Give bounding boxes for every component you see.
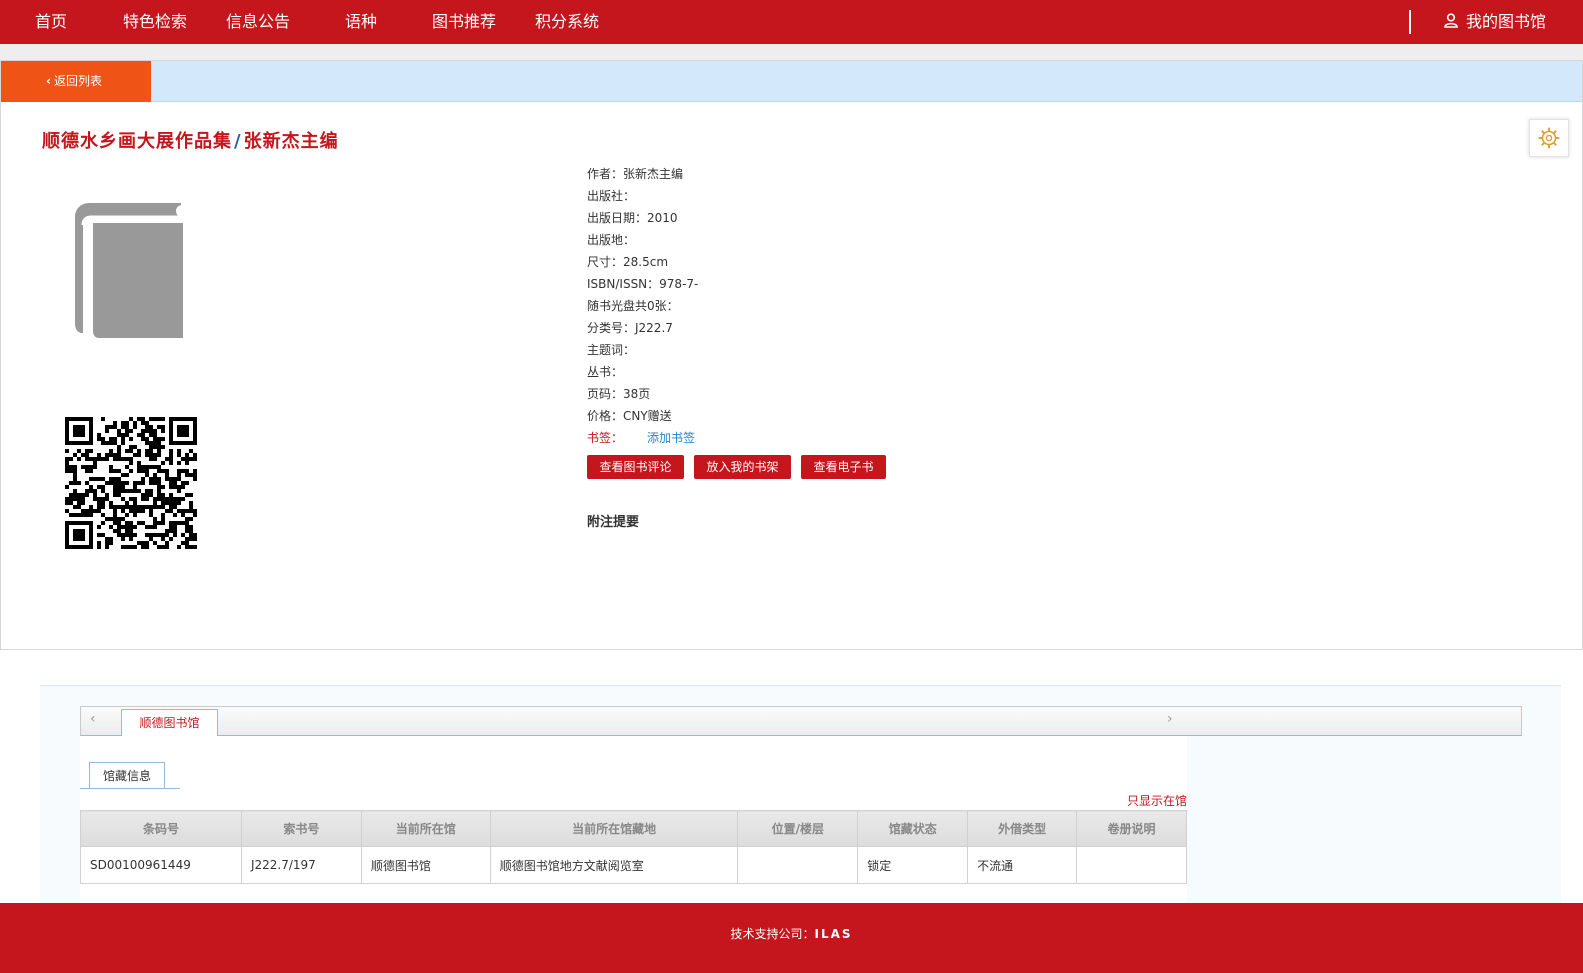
view-reviews-button[interactable]: 查看图书评论 bbox=[587, 455, 684, 479]
col-header-status: 馆藏状态 bbox=[857, 810, 969, 847]
book-cover-icon bbox=[75, 203, 188, 338]
meta-price: 价格：CNY赠送 bbox=[587, 409, 672, 423]
book-title-main: 顺德水乡画大展作品集 bbox=[42, 131, 232, 152]
cell-barcode: SD00100961449 bbox=[80, 846, 242, 884]
settings-float-button[interactable] bbox=[1529, 119, 1569, 157]
col-header-call-number: 索书号 bbox=[240, 810, 362, 847]
meta-publisher: 出版社： bbox=[587, 189, 636, 203]
footer-company: ILAS bbox=[814, 927, 853, 941]
cell-call-number: J222.7/197 bbox=[240, 846, 362, 884]
footer-support-label: 技术支持公司： bbox=[730, 927, 815, 941]
nav-item-home[interactable]: 首页 bbox=[35, 0, 67, 44]
col-header-volume-note: 卷册说明 bbox=[1076, 810, 1187, 847]
book-metadata: 作者：张新杰主编 出版社： 出版日期：2010 出版地： 尺寸：28.5cm I… bbox=[587, 163, 698, 449]
tab-scroll-left-icon[interactable]: ‹ bbox=[90, 711, 96, 727]
book-detail-panel: ‹ 返回列表 顺德水乡画大展作品集 / 张新杰主编 作者：张新杰主编 出版社： 出版日… bbox=[0, 60, 1583, 650]
holdings-section: ‹ 顺德图书馆 › 馆藏信息 只显示在馆 条码号 索书号 当前所在馆 当前所在馆… bbox=[40, 685, 1561, 904]
nav-item-points[interactable]: 积分系统 bbox=[535, 0, 599, 44]
chevron-left-icon: ‹ bbox=[46, 74, 51, 88]
cell-loan-type: 不流通 bbox=[967, 846, 1078, 884]
notes-heading: 附注提要 bbox=[587, 515, 640, 530]
nav-item-special-search[interactable]: 特色检索 bbox=[123, 0, 187, 44]
top-nav: 首页 特色检索 信息公告 语种 图书推荐 积分系统 我的图书馆 bbox=[0, 0, 1583, 44]
back-to-list-button[interactable]: ‹ 返回列表 bbox=[1, 61, 151, 102]
library-tab-strip: ‹ 顺德图书馆 › bbox=[80, 706, 1522, 737]
table-header-row: 条码号 索书号 当前所在馆 当前所在馆藏地 位置/楼层 馆藏状态 外借类型 卷册… bbox=[80, 810, 1187, 847]
col-header-barcode: 条码号 bbox=[80, 810, 242, 847]
col-header-current-library: 当前所在馆 bbox=[360, 810, 491, 847]
meta-pub-date: 出版日期：2010 bbox=[587, 211, 678, 225]
add-bookmark-link[interactable]: 添加书签 bbox=[647, 431, 695, 445]
nav-item-languages[interactable]: 语种 bbox=[345, 0, 377, 44]
meta-subject: 主题词： bbox=[587, 343, 636, 357]
meta-series: 丛书： bbox=[587, 365, 624, 379]
user-icon bbox=[1444, 13, 1458, 28]
book-title: 顺德水乡画大展作品集 / 张新杰主编 bbox=[42, 127, 339, 153]
my-library-label: 我的图书馆 bbox=[1466, 12, 1547, 31]
bookmark-label: 书签： bbox=[587, 431, 624, 445]
meta-pub-place: 出版地： bbox=[587, 233, 636, 247]
meta-author: 作者：张新杰主编 bbox=[587, 167, 684, 181]
nav-item-announcements[interactable]: 信息公告 bbox=[226, 0, 290, 44]
subtab-underline bbox=[80, 788, 180, 789]
meta-cd: 随书光盘共0张： bbox=[587, 299, 679, 313]
tab-holdings-info[interactable]: 馆藏信息 bbox=[89, 762, 165, 788]
cell-status: 锁定 bbox=[857, 846, 969, 884]
meta-isbn: ISBN/ISSN：978-7- bbox=[587, 277, 699, 291]
tab-scroll-right-icon[interactable]: › bbox=[1167, 711, 1173, 727]
footer: 技术支持公司：ILAS bbox=[0, 903, 1583, 973]
gear-icon bbox=[1538, 127, 1560, 149]
table-row: SD00100961449 J222.7/197 顺德图书馆 顺德图书馆地方文献… bbox=[80, 846, 1187, 884]
col-header-current-location: 当前所在馆藏地 bbox=[489, 810, 739, 847]
cell-current-library: 顺德图书馆 bbox=[360, 846, 491, 884]
cell-volume-note bbox=[1076, 846, 1187, 884]
title-separator: / bbox=[234, 131, 242, 152]
back-to-list-label: 返回列表 bbox=[53, 74, 102, 88]
col-header-loan-type: 外借类型 bbox=[967, 810, 1078, 847]
my-library-link[interactable]: 我的图书馆 bbox=[1444, 0, 1546, 44]
holdings-table: 条码号 索书号 当前所在馆 当前所在馆藏地 位置/楼层 馆藏状态 外借类型 卷册… bbox=[80, 810, 1187, 884]
meta-classification: 分类号：J222.7 bbox=[587, 321, 673, 335]
back-bar: ‹ 返回列表 bbox=[1, 61, 1582, 102]
col-header-floor: 位置/楼层 bbox=[737, 810, 859, 847]
only-in-library-filter[interactable]: 只显示在馆 bbox=[1127, 792, 1187, 809]
meta-size: 尺寸：28.5cm bbox=[587, 255, 669, 269]
view-ebook-button[interactable]: 查看电子书 bbox=[801, 455, 886, 479]
cell-floor bbox=[737, 846, 859, 884]
header-spacer bbox=[0, 44, 1583, 60]
nav-item-recommendations[interactable]: 图书推荐 bbox=[432, 0, 496, 44]
nav-divider bbox=[1409, 10, 1411, 34]
meta-bookmark: 书签： 添加书签 bbox=[587, 427, 698, 449]
library-tab-content: 馆藏信息 只显示在馆 条码号 索书号 当前所在馆 当前所在馆藏地 位置/楼层 馆… bbox=[80, 736, 1187, 904]
meta-pages: 页码：38页 bbox=[587, 387, 651, 401]
tab-shunde-library[interactable]: 顺德图书馆 bbox=[121, 709, 218, 737]
cell-current-location: 顺德图书馆地方文献阅览室 bbox=[489, 846, 739, 884]
book-title-responsibility: 张新杰主编 bbox=[243, 131, 339, 152]
add-to-shelf-button[interactable]: 放入我的书架 bbox=[694, 455, 791, 479]
qr-code bbox=[65, 417, 197, 549]
